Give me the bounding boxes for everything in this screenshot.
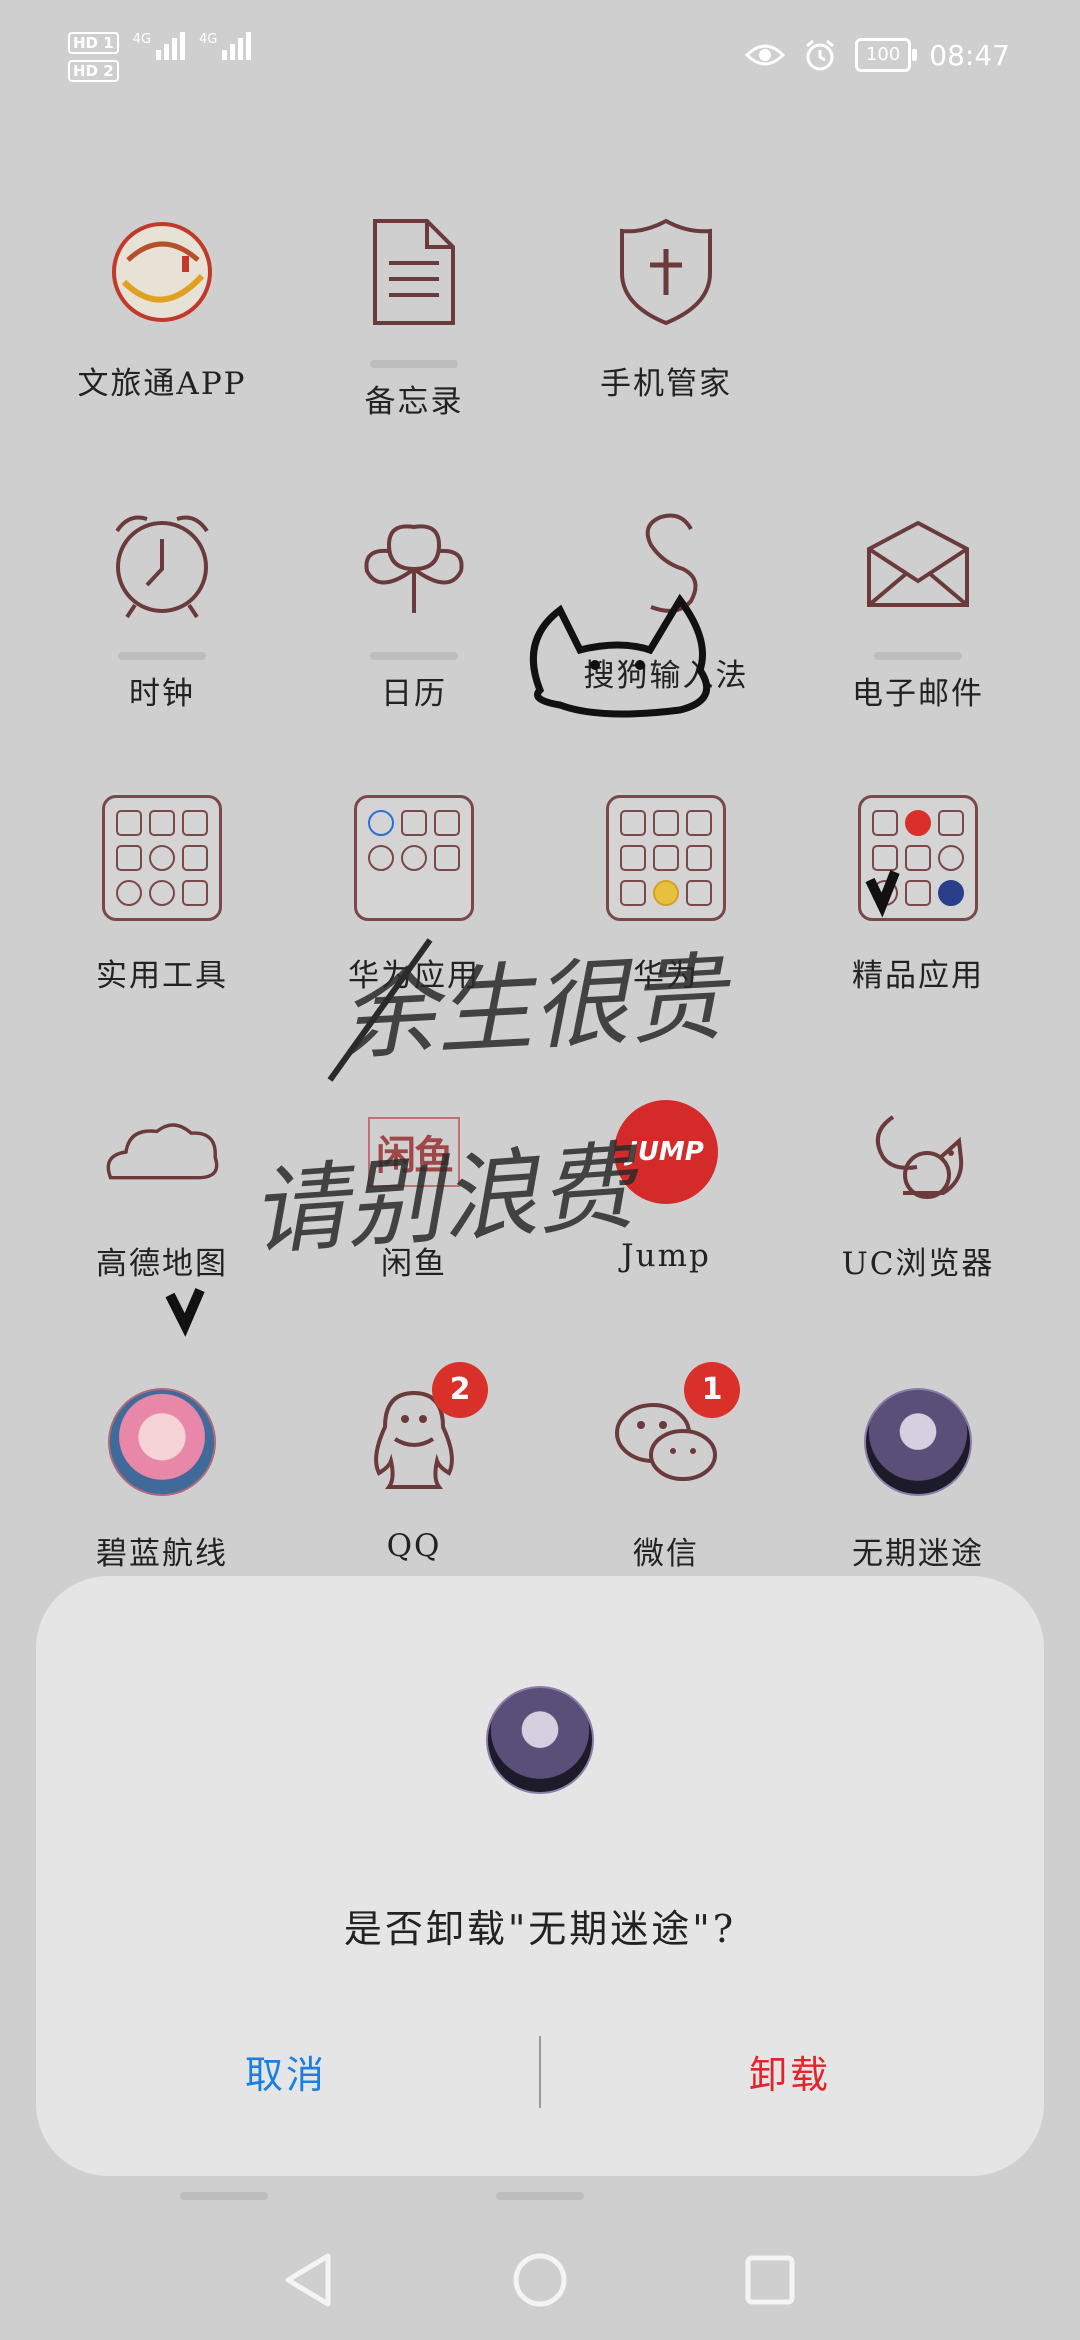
anime-avatar-icon (108, 1388, 216, 1496)
app-qq[interactable]: 2 QQ (304, 1362, 524, 1564)
status-bar: HD 1 HD 2 4G 4G 100 08:47 (0, 0, 1080, 120)
recents-icon[interactable] (744, 2254, 796, 2306)
app-label: QQ (386, 1528, 442, 1564)
game-avatar-icon (864, 1388, 972, 1496)
jump-icon: JUMP (614, 1100, 718, 1204)
app-label: 闲鱼 (381, 1246, 447, 1282)
app-label: 无期迷途 (852, 1536, 984, 1572)
app-azur-lane[interactable]: 碧蓝航线 (52, 1382, 272, 1573)
app-xianyu[interactable]: 闲鱼 闲鱼 (304, 1092, 524, 1283)
app-label: 实用工具 (96, 958, 228, 994)
folder-icon (354, 795, 474, 921)
app-label: 高德地图 (96, 1246, 228, 1282)
clock-icon (115, 515, 209, 619)
uninstall-dialog: 是否卸载"无期迷途"? 取消 卸载 (36, 1576, 1044, 2176)
memo-icon (373, 219, 455, 325)
cancel-button[interactable]: 取消 (36, 2044, 536, 2099)
xianyu-icon: 闲鱼 (368, 1117, 460, 1187)
clock-dock-indicator (118, 652, 206, 660)
app-label: UC浏览器 (841, 1246, 995, 1282)
dock-indicator (180, 2192, 268, 2200)
app-email[interactable]: 电子邮件 (808, 504, 1028, 713)
folder-tools[interactable]: 实用工具 (52, 792, 272, 995)
back-icon[interactable] (282, 2252, 334, 2308)
app-label: 搜狗输入法 (583, 658, 749, 694)
email-dock-indicator (874, 652, 962, 660)
app-uc-browser[interactable]: UC浏览器 (808, 1092, 1028, 1283)
app-label: Jump (621, 1238, 711, 1274)
calendar-dock-indicator (370, 652, 458, 660)
app-label: 日历 (381, 676, 447, 712)
clock-time: 08:47 (929, 38, 1010, 72)
app-label: 华为应用 (348, 958, 480, 994)
home-icon[interactable] (512, 2252, 568, 2308)
app-label: 微信 (633, 1536, 699, 1572)
app-label: 文旅通APP (77, 366, 247, 402)
folder-icon (102, 795, 222, 921)
app-label: 时钟 (129, 676, 195, 712)
app-memo[interactable]: 备忘录 (304, 212, 524, 421)
folder-icon (606, 795, 726, 921)
notification-badge: 1 (684, 1362, 740, 1418)
folder-huawei-apps[interactable]: 华为应用 (304, 792, 524, 995)
dock-indicator (496, 2192, 584, 2200)
sim1-indicator: HD 1 (68, 32, 119, 54)
app-amap[interactable]: 高德地图 (52, 1092, 272, 1283)
mail-icon (867, 520, 969, 607)
sim2-indicator: HD 2 (68, 60, 119, 82)
wenlvtong-icon (112, 222, 212, 322)
sogou-icon (645, 513, 698, 613)
app-sogou[interactable]: 搜狗输入法 (556, 504, 776, 695)
eye-comfort-icon (744, 44, 785, 66)
alarm-icon (805, 39, 834, 71)
app-calendar[interactable]: 日历 (304, 504, 524, 713)
app-clock[interactable]: 时钟 (52, 504, 272, 713)
signal-1-icon: 4G (133, 32, 186, 60)
battery-indicator: 100 (854, 38, 918, 72)
squirrel-icon (875, 1115, 964, 1199)
notification-badge: 2 (432, 1362, 488, 1418)
uninstall-question: 是否卸载"无期迷途"? (343, 1907, 737, 1951)
shield-icon (620, 218, 712, 326)
calendar-clover-icon (364, 524, 464, 613)
app-avatar-icon (486, 1686, 594, 1794)
signal-2-icon: 4G (199, 32, 252, 60)
navigation-bar (0, 2220, 1080, 2340)
app-jump[interactable]: JUMP Jump (556, 1092, 776, 1274)
app-label: 华为 (633, 958, 699, 994)
folder-featured[interactable]: 精品应用 (808, 792, 1028, 995)
app-phone-manager[interactable]: 手机管家 (556, 212, 776, 403)
app-wechat[interactable]: 1 微信 (556, 1362, 776, 1573)
app-label: 碧蓝航线 (96, 1536, 228, 1572)
folder-icon (858, 795, 978, 921)
app-label: 精品应用 (852, 958, 984, 994)
app-path-to-nowhere[interactable]: 无期迷途 (808, 1382, 1028, 1573)
app-label: 电子邮件 (852, 676, 984, 712)
memo-dock-indicator (370, 360, 458, 368)
folder-huawei[interactable]: 华为 (556, 792, 776, 995)
app-wenlvtong[interactable]: 文旅通APP (52, 212, 272, 403)
app-label: 手机管家 (600, 366, 732, 402)
uninstall-button[interactable]: 卸载 (540, 2044, 1040, 2099)
app-label: 备忘录 (364, 384, 464, 420)
cloud-icon (106, 1123, 219, 1180)
